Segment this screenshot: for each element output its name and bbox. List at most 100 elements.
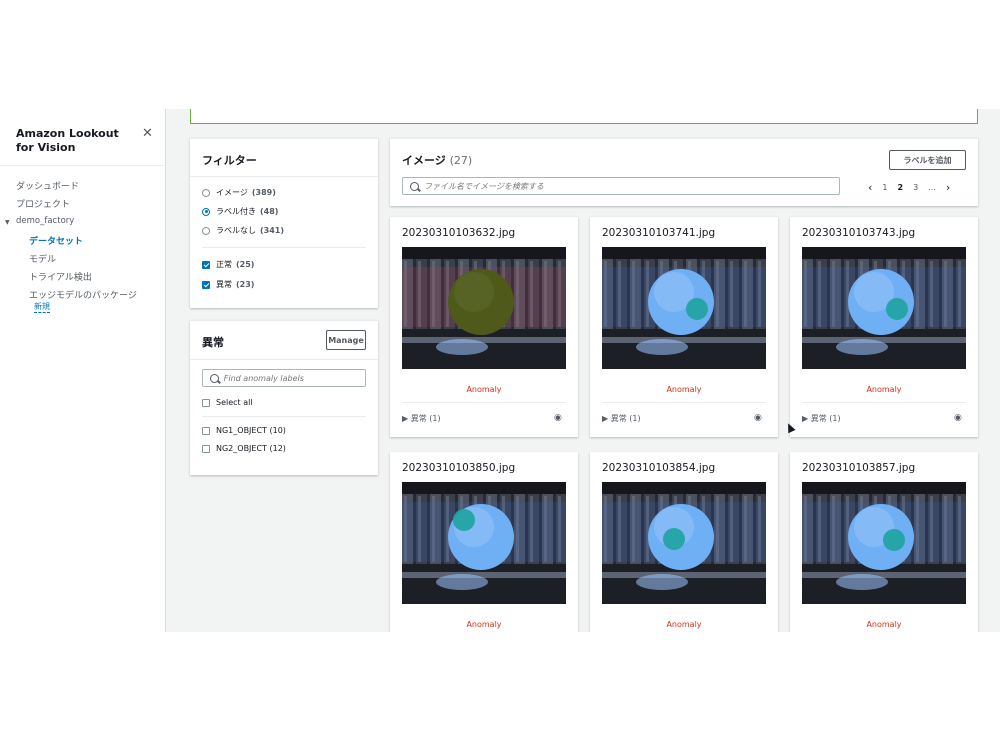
page-1[interactable]: 1: [882, 183, 887, 192]
anomaly-search[interactable]: [202, 369, 366, 387]
label-count: 異常 (1): [810, 414, 841, 423]
images-title-text: イメージ: [402, 154, 446, 167]
eye-icon[interactable]: ◉: [954, 413, 962, 423]
image-card[interactable]: 20230310103857.jpg Anomaly: [790, 452, 978, 632]
anomaly-label: NG1_OBJECT (10): [216, 426, 286, 435]
radio-count: (389): [251, 188, 276, 197]
anomaly-divider: [190, 359, 378, 360]
sidebar-item-trial[interactable]: トライアル検出: [29, 270, 92, 283]
images-title: イメージ (27): [402, 152, 472, 168]
checkbox-icon[interactable]: [202, 260, 210, 269]
radio-count: (48): [260, 207, 279, 216]
caret-right-icon[interactable]: ▶: [402, 414, 408, 423]
eye-icon[interactable]: ◉: [554, 413, 562, 423]
anomaly-status: Anomaly: [466, 385, 502, 394]
sidebar: Amazon Lookout for Vision ✕ ダッシュボード プロジェ…: [0, 109, 166, 632]
caret-down-icon[interactable]: ▼: [5, 219, 10, 226]
select-all[interactable]: Select all: [202, 398, 253, 407]
anomaly-divider: [202, 416, 366, 417]
label-toggle[interactable]: ▶ 異常 (1): [402, 413, 441, 424]
check-normal[interactable]: 正常 (25): [202, 259, 254, 270]
image-card[interactable]: 20230310103741.jpg Anomaly ▶ 異常 (1) ◉: [590, 217, 778, 437]
image-thumbnail[interactable]: [602, 247, 766, 369]
anomaly-title: 異常: [202, 336, 224, 349]
anomaly-status: Anomaly: [866, 620, 902, 629]
sidebar-item-projects[interactable]: プロジェクト: [16, 197, 70, 210]
image-filename[interactable]: 20230310103743.jpg: [802, 227, 915, 239]
image-thumbnail[interactable]: [402, 247, 566, 369]
images-header: イメージ (27) ラベルを追加: [390, 138, 978, 206]
search-icon: [210, 373, 219, 383]
new-badge[interactable]: 新規: [34, 301, 50, 313]
sidebar-item-model[interactable]: モデル: [29, 252, 56, 265]
anomaly-status: Anomaly: [866, 385, 902, 394]
anomaly-panel: 異常 Manage Select all NG1_OBJECT (10) NG2…: [190, 320, 378, 475]
add-label-button[interactable]: ラベルを追加: [889, 150, 966, 170]
image-filename[interactable]: 20230310103850.jpg: [402, 462, 515, 474]
checkbox-icon[interactable]: [202, 280, 210, 289]
select-all-label: Select all: [216, 398, 253, 407]
app-frame: Amazon Lookout for Vision ✕ ダッシュボード プロジェ…: [0, 109, 1000, 632]
radio-labeled[interactable]: ラベル付き (48): [202, 206, 278, 217]
chevron-left-icon[interactable]: ‹: [868, 181, 872, 194]
caret-right-icon[interactable]: ▶: [802, 414, 808, 423]
image-search[interactable]: [402, 177, 840, 195]
search-icon: [410, 181, 419, 191]
check-label: 異常: [216, 280, 232, 289]
anomaly-search-input[interactable]: [223, 373, 365, 383]
label-toggle[interactable]: ▶ 異常 (1): [602, 413, 641, 424]
radio-label: ラベルなし: [216, 226, 256, 235]
anomaly-label-ng2[interactable]: NG2_OBJECT (12): [202, 444, 286, 453]
chevron-right-icon[interactable]: ›: [946, 181, 950, 194]
card-divider: [402, 402, 566, 403]
filter-divider: [202, 247, 366, 248]
image-thumbnail[interactable]: [602, 482, 766, 604]
page-ellipsis: ...: [928, 183, 936, 192]
sidebar-item-dataset[interactable]: データセット: [29, 234, 83, 247]
app-title: Amazon Lookout for Vision: [16, 127, 119, 154]
radio-icon[interactable]: [202, 188, 210, 197]
label-toggle[interactable]: ▶ 異常 (1): [802, 413, 841, 424]
checkbox-icon[interactable]: [202, 444, 210, 453]
radio-icon[interactable]: [202, 226, 210, 235]
image-thumbnail[interactable]: [402, 482, 566, 604]
check-count: (23): [236, 280, 255, 289]
check-anomaly[interactable]: 異常 (23): [202, 279, 254, 290]
sidebar-item-dashboard[interactable]: ダッシュボード: [16, 179, 79, 192]
checkbox-icon[interactable]: [202, 426, 210, 435]
caret-right-icon[interactable]: ▶: [602, 414, 608, 423]
image-card[interactable]: 20230310103850.jpg Anomaly: [390, 452, 578, 632]
radio-unlabeled[interactable]: ラベルなし (341): [202, 225, 284, 236]
anomaly-status: Anomaly: [466, 620, 502, 629]
radio-count: (341): [260, 226, 285, 235]
eye-icon[interactable]: ◉: [754, 413, 762, 423]
checkbox-icon[interactable]: [202, 398, 210, 407]
image-card[interactable]: 20230310103854.jpg Anomaly: [590, 452, 778, 632]
card-divider: [602, 402, 766, 403]
sidebar-divider: [0, 165, 166, 166]
sidebar-item-project-name[interactable]: demo_factory: [16, 216, 74, 226]
anomaly-label: NG2_OBJECT (12): [216, 444, 286, 453]
check-label: 正常: [216, 260, 232, 269]
radio-images[interactable]: イメージ (389): [202, 187, 276, 198]
anomaly-status: Anomaly: [666, 620, 702, 629]
image-card[interactable]: 20230310103632.jpg Anomaly ▶ 異常 (1) ◉: [390, 217, 578, 437]
image-search-input[interactable]: [424, 181, 817, 191]
manage-button[interactable]: Manage: [326, 330, 366, 350]
page-2[interactable]: 2: [898, 183, 904, 192]
image-filename[interactable]: 20230310103854.jpg: [602, 462, 715, 474]
page-3[interactable]: 3: [913, 183, 918, 192]
radio-label: ラベル付き: [216, 207, 256, 216]
anomaly-label-ng1[interactable]: NG1_OBJECT (10): [202, 426, 286, 435]
filter-panel: フィルター イメージ (389) ラベル付き (48) ラベルなし (341) …: [190, 138, 378, 308]
image-filename[interactable]: 20230310103741.jpg: [602, 227, 715, 239]
image-card[interactable]: 20230310103743.jpg Anomaly ▶ 異常 (1) ◉: [790, 217, 978, 437]
sidebar-item-edge-package[interactable]: エッジモデルのパッケージ: [29, 288, 137, 301]
image-thumbnail[interactable]: [802, 247, 966, 369]
radio-icon[interactable]: [202, 207, 210, 216]
close-icon[interactable]: ✕: [142, 126, 153, 141]
image-filename[interactable]: 20230310103857.jpg: [802, 462, 915, 474]
image-thumbnail[interactable]: [802, 482, 966, 604]
anomaly-status: Anomaly: [666, 385, 702, 394]
image-filename[interactable]: 20230310103632.jpg: [402, 227, 515, 239]
